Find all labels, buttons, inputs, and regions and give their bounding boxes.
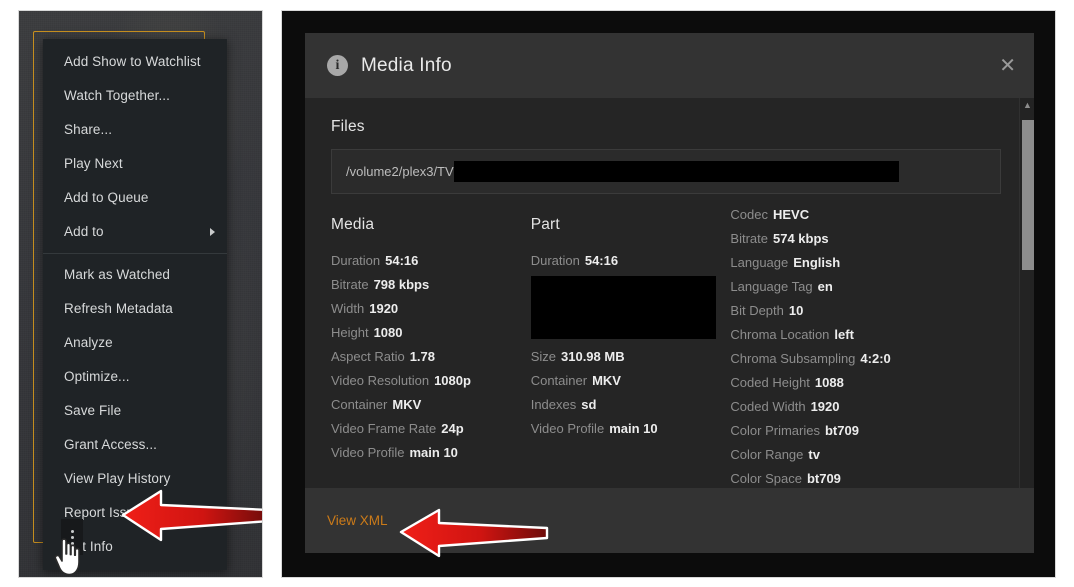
menu-item-save-file[interactable]: Save File [43, 394, 227, 428]
dialog-header: i Media Info ✕ [305, 33, 1034, 98]
dialog-scrollbar[interactable]: ▲ ▼ [1019, 98, 1034, 488]
menu-item-mark-as-watched[interactable]: Mark as Watched [43, 258, 227, 292]
media-column: Media Duration 54:16 Bitrate 798 kbps Widt… [331, 216, 531, 488]
part-row: Indexes sd [530, 397, 597, 412]
stream-column: Codec HEVC Bitrate 574 kbps Language Englis… [730, 203, 1000, 488]
menu-item-watch-together[interactable]: Watch Together... [43, 79, 227, 113]
red-arrow-pointing-to-get-info [121, 489, 262, 542]
view-xml-link[interactable]: View XML [327, 513, 388, 528]
part-row: Size 310.98 MB [530, 349, 625, 364]
menu-item-add-to[interactable]: Add to [43, 215, 227, 249]
media-row: Duration 54:16 [331, 253, 419, 268]
file-path-text: /volume2/plex3/TV [346, 164, 454, 179]
media-heading: Media [331, 216, 375, 233]
stream-row: Codec HEVC [730, 207, 810, 222]
dialog-body: Files /volume2/plex3/TV Media Duration 54… [305, 98, 1034, 488]
media-row: Container MKV [331, 397, 422, 412]
stream-row: Color Range tv [730, 447, 820, 462]
stream-row: Coded Width 1920 [730, 399, 840, 414]
menu-item-share[interactable]: Share... [43, 113, 227, 147]
info-circle-icon: i [327, 55, 348, 76]
menu-item-add-to-queue[interactable]: Add to Queue [43, 181, 227, 215]
close-icon[interactable]: ✕ [999, 56, 1016, 76]
menu-item-label: View Play History [64, 471, 171, 486]
media-info-window: i Media Info ✕ Files /volume2/plex3/TV M… [281, 10, 1056, 578]
menu-item-label: Add to [64, 224, 104, 239]
screenshot-root: Add Show to Watchlist Watch Together... … [0, 0, 1074, 587]
part-heading: Part [530, 216, 560, 233]
menu-item-label: Play Next [64, 156, 123, 171]
media-row: Aspect Ratio 1.78 [331, 349, 436, 364]
dialog-title: Media Info [361, 54, 452, 76]
info-columns: Media Duration 54:16 Bitrate 798 kbps Widt… [331, 207, 1000, 488]
stream-row: Bit Depth 10 [730, 303, 804, 318]
menu-item-label: Refresh Metadata [64, 301, 173, 316]
stream-row: Color Space bt709 [730, 471, 841, 486]
chevron-up-icon[interactable]: ▲ [1020, 98, 1034, 112]
part-row: Container MKV [530, 373, 621, 388]
menu-item-label: Add Show to Watchlist [64, 54, 201, 69]
menu-item-play-next[interactable]: Play Next [43, 147, 227, 181]
part-row: Duration 54:16 [530, 253, 619, 268]
redacted-part-block [530, 276, 716, 339]
menu-item-label: Watch Together... [64, 88, 171, 103]
menu-item-label: Analyze [64, 335, 113, 350]
media-row: Video Profile main 10 [331, 445, 458, 460]
chevron-right-icon [210, 228, 215, 236]
menu-item-label: Share... [64, 122, 113, 137]
menu-item-label: Mark as Watched [64, 267, 171, 282]
three-dots-vertical-icon [70, 529, 74, 533]
red-arrow-pointing-to-view-xml [399, 508, 549, 558]
stream-row: Bitrate 574 kbps [730, 231, 829, 246]
scrollbar-thumb[interactable] [1022, 120, 1034, 270]
stream-row: Coded Height 1088 [730, 375, 844, 390]
menu-item-label: Optimize... [64, 369, 130, 384]
library-background-panel: Add Show to Watchlist Watch Together... … [18, 10, 263, 578]
menu-item-label: Grant Access... [64, 437, 158, 452]
media-row: Bitrate 798 kbps [331, 277, 430, 292]
files-heading: Files [331, 118, 365, 135]
file-path-field[interactable]: /volume2/plex3/TV [331, 149, 1001, 194]
menu-item-label: Save File [64, 403, 122, 418]
stream-row: Language Tag en [730, 279, 833, 294]
media-info-dialog: i Media Info ✕ Files /volume2/plex3/TV M… [305, 33, 1034, 553]
media-row: Width 1920 [331, 301, 399, 316]
stream-row: Chroma Subsampling 4:2:0 [730, 351, 891, 366]
menu-item-grant-access[interactable]: Grant Access... [43, 428, 227, 462]
hand-pointer-cursor [54, 538, 80, 576]
part-column: Part Duration 54:16 Size 310.98 MB Contain… [530, 216, 731, 488]
menu-item-analyze[interactable]: Analyze [43, 326, 227, 360]
media-row: Video Resolution 1080p [331, 373, 471, 388]
menu-separator [43, 253, 227, 254]
menu-item-add-show-to-watchlist[interactable]: Add Show to Watchlist [43, 45, 227, 79]
redacted-filename-block [453, 161, 899, 182]
menu-item-optimize[interactable]: Optimize... [43, 360, 227, 394]
stream-row: Language English [730, 255, 841, 270]
menu-item-refresh-metadata[interactable]: Refresh Metadata [43, 292, 227, 326]
media-row: Height 1080 [331, 325, 403, 340]
stream-row: Color Primaries bt709 [730, 423, 859, 438]
menu-item-label: Add to Queue [64, 190, 149, 205]
stream-row: Chroma Location left [730, 327, 854, 342]
part-row: Video Profile main 10 [530, 421, 658, 436]
media-row: Video Frame Rate 24p [331, 421, 464, 436]
